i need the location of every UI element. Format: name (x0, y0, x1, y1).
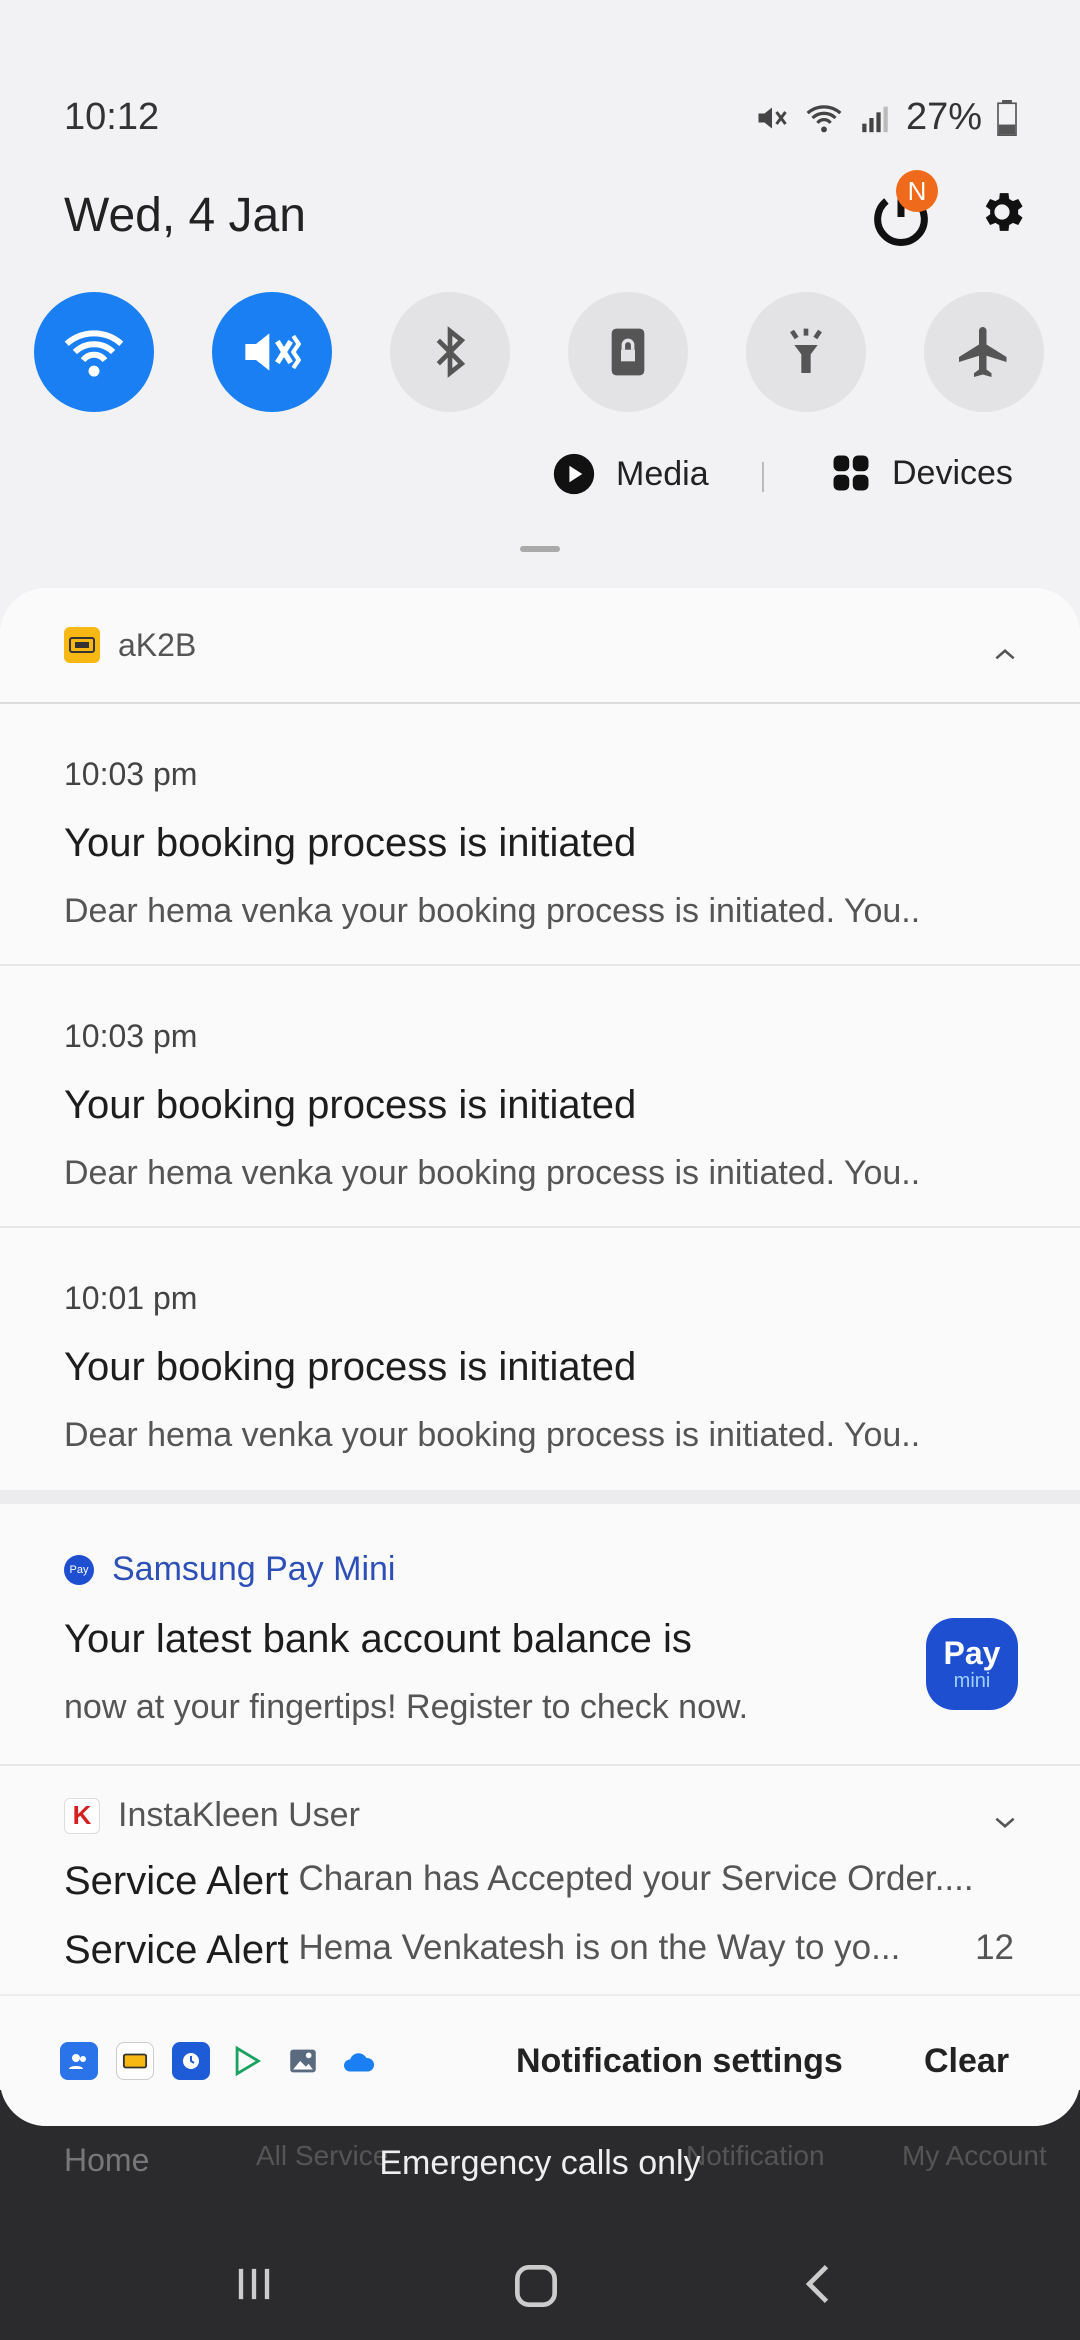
mute-icon (754, 100, 790, 136)
ak2b-notification[interactable]: 10:03 pm Your booking process is initiat… (0, 704, 1080, 966)
wifi-toggle[interactable] (34, 292, 154, 412)
back-icon (805, 2264, 829, 2304)
devices-icon (833, 455, 869, 491)
instakleen-app-icon: K (64, 1797, 100, 1834)
lock-rotation-icon (611, 328, 645, 376)
play-store-icon (228, 2042, 266, 2080)
clear-button[interactable]: Clear (924, 2042, 1009, 2081)
ak2b-app-name: aK2B (118, 626, 197, 663)
ak2b-app-icon (64, 627, 100, 663)
samsung-pay-app-icon: Pay (64, 1554, 94, 1585)
recents-button[interactable] (228, 2258, 280, 2315)
notification-time: 10:01 pm (64, 1280, 198, 1316)
settings-button[interactable] (976, 186, 1028, 238)
recents-icon (238, 2268, 270, 2300)
samsung-pay-app-name: Samsung Pay Mini (112, 1550, 396, 1588)
battery-percent: 27% (905, 96, 982, 138)
service-alert-line: Service Alert Charan has Accepted your S… (64, 1859, 1014, 1904)
notification-body: now at your fingertips! Register to chec… (64, 1688, 749, 1726)
flashlight-icon (790, 328, 822, 373)
instakleen-notification[interactable]: K InstaKleen User Service Alert Charan h… (0, 1766, 1080, 1996)
quick-settings (34, 292, 1046, 412)
alert-text: Charan has Accepted your Service Order..… (298, 1859, 974, 1898)
status-icons: 27% (754, 96, 1018, 139)
system-nav-bar (0, 2240, 1080, 2340)
alert-label: Service Alert (64, 1859, 289, 1903)
ak2b-notification[interactable]: 10:01 pm Your booking process is initiat… (0, 1228, 1080, 1490)
screen-lock-toggle[interactable] (568, 292, 688, 412)
signal-icon (858, 101, 892, 135)
back-button[interactable] (794, 2258, 846, 2315)
flashlight-toggle[interactable] (746, 292, 866, 412)
instakleen-app-name: InstaKleen User (118, 1796, 360, 1834)
home-icon (515, 2265, 557, 2307)
group-divider (0, 1490, 1080, 1504)
gallery-icon (284, 2042, 322, 2080)
media-label: Media (616, 454, 709, 493)
notification-title: Your booking process is initiated (64, 1083, 637, 1127)
emergency-calls-label: Emergency calls only (379, 2144, 701, 2182)
samsung-pay-notification[interactable]: Pay Samsung Pay Mini Your latest bank ac… (0, 1504, 1080, 1766)
notification-settings-button[interactable]: Notification settings (516, 2042, 843, 2081)
mute-vibrate-icon (245, 333, 302, 371)
wifi-icon (64, 330, 124, 377)
notification-title: Your booking process is initiated (64, 1345, 637, 1389)
date-label: Wed, 4 Jan (64, 189, 306, 242)
sound-toggle[interactable] (212, 292, 332, 412)
contacts-icon (60, 2042, 98, 2080)
media-separator (762, 462, 764, 492)
home-button[interactable] (508, 2258, 564, 2319)
alert-text: Hema Venkatesh is on the Way to yo... (298, 1928, 901, 1967)
notification-body: Dear hema venka your booking process is … (64, 892, 921, 930)
airplane-icon (959, 327, 1007, 377)
notification-title: Your booking process is initiated (64, 821, 637, 865)
cloud-icon (340, 2042, 378, 2080)
panel-footer: Notification settings Clear (0, 1994, 1080, 2126)
service-alert-line: Service Alert Hema Venkatesh is on the W… (64, 1928, 1014, 1973)
media-devices-row: Media Devices (0, 452, 1080, 512)
notification-title: Your latest bank account balance is (64, 1617, 692, 1661)
status-bar: 10:12 27% (0, 0, 1080, 160)
notification-time: 10:03 pm (64, 1018, 198, 1054)
wifi-icon (804, 100, 844, 136)
media-button[interactable]: Media (552, 452, 709, 496)
status-time: 10:12 (64, 96, 160, 138)
airplane-mode-toggle[interactable] (924, 292, 1044, 412)
alert-label: Service Alert (64, 1928, 289, 1972)
notification-body: Dear hema venka your booking process is … (64, 1154, 921, 1192)
bluetooth-icon (436, 326, 466, 378)
ak2b-small-icon (116, 2042, 154, 2080)
devices-button[interactable]: Devices (830, 452, 1013, 494)
gear-icon (985, 193, 1023, 231)
notification-badge: N (896, 170, 938, 212)
chevron-up-icon[interactable] (992, 634, 1018, 671)
notification-panel: aK2B 10:03 pm Your booking process is in… (0, 588, 1080, 2126)
ak2b-group-header[interactable]: aK2B (0, 588, 1080, 704)
notification-count: 12 (975, 1928, 1014, 1967)
devices-label: Devices (892, 453, 1013, 492)
bluetooth-toggle[interactable] (390, 292, 510, 412)
clock-icon (172, 2042, 210, 2080)
panel-drag-handle[interactable] (520, 546, 560, 552)
pay-mini-logo: Pay mini (926, 1618, 1018, 1710)
notification-time: 10:03 pm (64, 756, 198, 792)
chevron-down-icon[interactable] (992, 1814, 1018, 1837)
ak2b-notification[interactable]: 10:03 pm Your booking process is initiat… (0, 966, 1080, 1228)
battery-icon (996, 99, 1018, 136)
play-icon (553, 453, 595, 495)
hidden-app-icons[interactable] (60, 2042, 378, 2080)
notification-body: Dear hema venka your booking process is … (64, 1416, 921, 1454)
